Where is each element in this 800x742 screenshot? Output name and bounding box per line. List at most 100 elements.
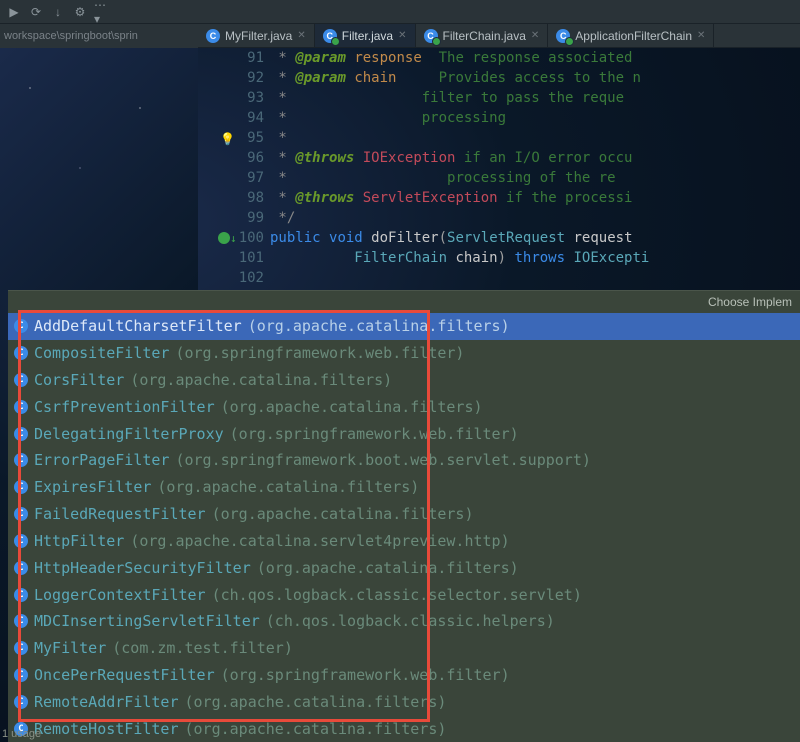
class-icon: C: [14, 668, 28, 682]
impl-item-myfilter[interactable]: C MyFilter (com.zm.test.filter): [8, 635, 800, 662]
code-line[interactable]: * @param response The response associate…: [270, 48, 800, 68]
class-name: DelegatingFilterProxy: [34, 425, 224, 443]
class-name: RemoteHostFilter: [34, 720, 179, 738]
code-line[interactable]: * @throws ServletException if the proces…: [270, 188, 800, 208]
class-icon: C: [14, 641, 28, 655]
code-line[interactable]: */: [270, 208, 800, 228]
tab-filterchain-java[interactable]: CFilterChain.java✕: [416, 24, 549, 47]
more-icon[interactable]: ⋯▾: [94, 4, 110, 20]
class-name: RemoteAddrFilter: [34, 693, 179, 711]
line-number: 94: [198, 108, 264, 128]
class-icon: C: [14, 507, 28, 521]
class-icon: C: [14, 695, 28, 709]
impl-item-errorpagefilter[interactable]: CErrorPageFilter (org.springframework.bo…: [8, 447, 800, 474]
class-icon: C: [14, 588, 28, 602]
code-line[interactable]: * @throws IOException if an I/O error oc…: [270, 148, 800, 168]
package-name: (org.apache.catalina.filters): [185, 720, 447, 738]
tab-label: FilterChain.java: [443, 29, 526, 43]
implementation-chooser-popup: Choose Implem C AddDefaultCharsetFilter (…: [8, 290, 800, 742]
code-line[interactable]: public void doFilter(ServletRequest requ…: [270, 228, 800, 248]
class-icon: C: [14, 319, 28, 333]
gear-icon[interactable]: ⚙: [72, 4, 88, 20]
class-name: MDCInsertingServletFilter: [34, 612, 260, 630]
usage-count[interactable]: 1 usage: [2, 728, 41, 740]
class-name: CsrfPreventionFilter: [34, 398, 215, 416]
code-line[interactable]: * @param chain Provides access to the n: [270, 68, 800, 88]
tab-filter-java[interactable]: C Filter.java ✕: [315, 24, 416, 47]
package-name: (org.springframework.web.filter): [175, 344, 464, 362]
package-name: (org.apache.catalina.filters): [130, 371, 392, 389]
line-number: 97: [198, 168, 264, 188]
package-name: (com.zm.test.filter): [112, 639, 293, 657]
class-icon: C: [14, 427, 28, 441]
package-name: (org.apache.catalina.filters): [185, 693, 447, 711]
class-icon: C: [14, 346, 28, 360]
impl-item-expiresfilter[interactable]: CExpiresFilter (org.apache.catalina.filt…: [8, 474, 800, 501]
class-icon: C: [323, 29, 337, 43]
class-icon: C: [14, 400, 28, 414]
class-icon: C: [14, 373, 28, 387]
line-number: 100: [198, 228, 264, 248]
line-number: 102: [198, 268, 264, 288]
class-icon: C: [14, 534, 28, 548]
impl-item-compositefilter[interactable]: CCompositeFilter (org.springframework.we…: [8, 340, 800, 367]
code-line[interactable]: *: [270, 128, 800, 148]
code-area[interactable]: * @param response The response associate…: [270, 48, 800, 308]
tab-applicationfilterchain[interactable]: C ApplicationFilterChain ✕: [548, 24, 714, 47]
code-line[interactable]: * processing: [270, 108, 800, 128]
rerun-icon[interactable]: ⟳: [28, 4, 44, 20]
line-number: 93: [198, 88, 264, 108]
line-number: 95: [198, 128, 264, 148]
popup-list[interactable]: C AddDefaultCharsetFilter (org.apache.cat…: [8, 313, 800, 742]
class-icon: C: [556, 29, 570, 43]
class-icon: C: [206, 29, 220, 43]
run-icon[interactable]: ▶: [6, 4, 22, 20]
impl-item-adddefaultcharsetfilter[interactable]: CAddDefaultCharsetFilter (org.apache.cat…: [8, 313, 800, 340]
class-icon: C: [14, 480, 28, 494]
close-icon[interactable]: ✕: [297, 30, 305, 41]
impl-item-remoteaddrfilter[interactable]: C RemoteAddrFilter (org.apache.catalina.f…: [8, 688, 800, 715]
project-panel: [0, 48, 198, 290]
package-name: (org.apache.catalina.filters): [157, 478, 419, 496]
tab-label: Filter.java: [342, 29, 393, 43]
package-name: (org.springframework.boot.web.servlet.su…: [175, 451, 590, 469]
impl-item-corsfilter[interactable]: CCorsFilter (org.apache.catalina.filters…: [8, 367, 800, 394]
close-icon[interactable]: ✕: [531, 30, 539, 41]
impl-item-onceperrequestfilter[interactable]: COncePerRequestFilter (org.springframewo…: [8, 662, 800, 689]
class-icon: C: [14, 453, 28, 467]
impl-item-remotehostfilter[interactable]: CRemoteHostFilter (org.apache.catalina.f…: [8, 715, 800, 742]
package-name: (ch.qos.logback.classic.selector.servlet…: [212, 586, 582, 604]
code-line[interactable]: FilterChain chain) throws IOExcepti: [270, 248, 800, 268]
code-line[interactable]: * processing of the re: [270, 168, 800, 188]
impl-item-csrfpreventionfilter[interactable]: CCsrfPreventionFilter (org.apache.catali…: [8, 393, 800, 420]
impl-item-delegatingfilterproxy[interactable]: C DelegatingFilterProxy (org.springframew…: [8, 420, 800, 447]
line-number: 96: [198, 148, 264, 168]
tab-label: MyFilter.java: [225, 29, 292, 43]
impl-item-mdcinsertingservletfilter[interactable]: CMDCInsertingServletFilter (ch.qos.logba…: [8, 608, 800, 635]
impl-item-httpheadersecurityfilter[interactable]: CHttpHeaderSecurityFilter (org.apache.ca…: [8, 554, 800, 581]
breadcrumb[interactable]: workspace\springboot\sprin: [0, 24, 198, 48]
class-name: HttpFilter: [34, 532, 124, 550]
impl-item-loggercontextfilter[interactable]: CLoggerContextFilter (ch.qos.logback.cla…: [8, 581, 800, 608]
class-name: MyFilter: [34, 639, 106, 657]
class-name: OncePerRequestFilter: [34, 666, 215, 684]
code-line[interactable]: [270, 268, 800, 288]
line-number: 92: [198, 68, 264, 88]
close-icon[interactable]: ✕: [398, 30, 406, 41]
impl-item-httpfilter[interactable]: CHttpFilter (org.apache.catalina.servlet…: [8, 528, 800, 555]
popup-title: Choose Implem: [8, 291, 800, 313]
line-number: 99: [198, 208, 264, 228]
code-line[interactable]: * filter to pass the reque: [270, 88, 800, 108]
tab-label: ApplicationFilterChain: [575, 29, 692, 43]
top-toolbar: ▶ ⟳ ↓ ⚙ ⋯▾: [0, 0, 800, 24]
line-number: 101: [198, 248, 264, 268]
editor[interactable]: 919293949596979899100101102 * @param res…: [198, 48, 800, 308]
tab-myfilter-java[interactable]: C MyFilter.java ✕: [198, 24, 315, 47]
class-name: FailedRequestFilter: [34, 505, 206, 523]
class-name: HttpHeaderSecurityFilter: [34, 559, 251, 577]
impl-item-failedrequestfilter[interactable]: CFailedRequestFilter (org.apache.catalin…: [8, 501, 800, 528]
close-icon[interactable]: ✕: [697, 30, 705, 41]
class-name: AddDefaultCharsetFilter: [34, 317, 242, 335]
package-name: (org.springframework.web.filter): [230, 425, 519, 443]
stop-icon[interactable]: ↓: [50, 4, 66, 20]
